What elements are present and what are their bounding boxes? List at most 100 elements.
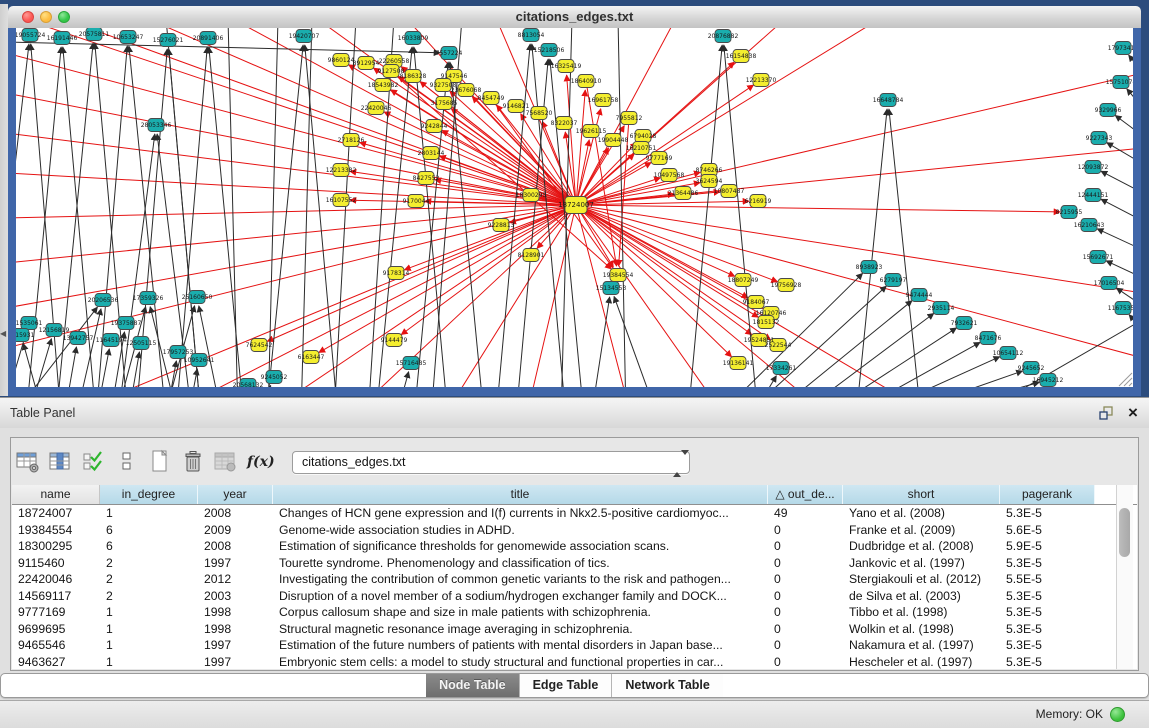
svg-text:28053346: 28053346 [141, 122, 172, 129]
svg-text:9147546: 9147546 [441, 73, 468, 80]
column-header-year[interactable]: year [198, 485, 273, 504]
svg-text:23676068: 23676068 [451, 87, 482, 94]
table-cell: Dudbridge et al. (2008) [843, 538, 1000, 555]
svg-text:9777169: 9777169 [646, 155, 673, 162]
column-checklist-icon[interactable] [82, 449, 106, 475]
svg-text:17359326: 17359326 [133, 295, 164, 302]
svg-text:6163447: 6163447 [298, 354, 325, 361]
table-row[interactable]: 946554611997Estimation of the future num… [12, 637, 1137, 654]
function-builder-icon[interactable]: f(x) [247, 449, 271, 475]
svg-text:8813054: 8813054 [518, 32, 545, 39]
collapse-panel-arrow-icon[interactable]: ◀ [0, 329, 6, 338]
table-tabs-bar: Node TableEdge TableNetwork Table [0, 673, 1149, 696]
table-cell: 5.3E-5 [1000, 637, 1095, 654]
table-cell: 19384554 [12, 522, 100, 539]
table-cell: Hescheler et al. (1997) [843, 654, 1000, 670]
table-row[interactable]: 977716911998Corpus callosum shape and si… [12, 604, 1137, 621]
column-header-in_degree[interactable]: in_degree [100, 485, 198, 504]
svg-text:9474444: 9474444 [906, 292, 933, 299]
table-cell: Tibbo et al. (1998) [843, 604, 1000, 621]
table-row[interactable]: 911546021997Tourette syndrome. Phenomeno… [12, 555, 1137, 572]
table-cell: Yano et al. (2008) [843, 505, 1000, 522]
table-cell: 22420046 [12, 571, 100, 588]
table-scrollbar[interactable] [1116, 485, 1133, 669]
column-header-out_degree[interactable]: △ out_de... [768, 485, 843, 504]
table-cell: 0 [768, 555, 843, 572]
svg-text:15218506: 15218506 [534, 47, 565, 54]
delete-column-icon[interactable] [181, 449, 205, 475]
table-row[interactable]: 1830029562008Estimation of significance … [12, 538, 1137, 555]
table-selector-dropdown[interactable]: citations_edges.txt [292, 451, 690, 474]
svg-text:9245052: 9245052 [261, 374, 288, 381]
svg-text:6216919: 6216919 [745, 198, 772, 205]
table-row[interactable]: 1938455462009Genome-wide association stu… [12, 522, 1137, 539]
table-cell: 9777169 [12, 604, 100, 621]
table-row[interactable]: 2242004622012Investigating the contribut… [12, 571, 1137, 588]
table-row[interactable]: 946362711997Embryonic stem cells: a mode… [12, 654, 1137, 670]
table-row[interactable]: 1872400712008Changes of HCN gene express… [12, 505, 1137, 522]
table-cell: 5.3E-5 [1000, 505, 1095, 522]
table-cell: 5.3E-5 [1000, 588, 1095, 605]
svg-text:16210751: 16210751 [626, 145, 657, 152]
table-cell: 2003 [198, 588, 273, 605]
svg-text:19375887: 19375887 [111, 320, 142, 327]
svg-text:10653247: 10653247 [113, 34, 144, 41]
close-panel-icon[interactable]: × [1124, 401, 1142, 425]
float-window-icon[interactable] [1098, 405, 1114, 421]
svg-text:16210643: 16210643 [1074, 222, 1105, 229]
table-cell: Structural magnetic resonance image aver… [273, 621, 768, 638]
memory-status-indicator[interactable] [1110, 707, 1125, 722]
table-row[interactable]: 969969511998Structural magnetic resonanc… [12, 621, 1137, 638]
table-cell: 1 [100, 654, 198, 670]
svg-text:15751074: 15751074 [1106, 79, 1133, 86]
svg-text:12213370: 12213370 [746, 77, 777, 84]
column-header-short[interactable]: short [843, 485, 1000, 504]
table-cell: Estimation of significance thresholds fo… [273, 538, 768, 555]
table-cell: 5.9E-5 [1000, 538, 1095, 555]
svg-text:12444151: 12444151 [1078, 192, 1109, 199]
table-row[interactable]: 1456911722003Disruption of a novel membe… [12, 588, 1137, 605]
table-panel-header: Table Panel × [0, 397, 1149, 429]
table-cell: 1 [100, 621, 198, 638]
table-cell: 5.5E-5 [1000, 571, 1095, 588]
table-scrollbar-thumb[interactable] [1119, 508, 1130, 557]
tab-network-table[interactable]: Network Table [611, 674, 723, 697]
table-cell: Nakamura et al. (1997) [843, 637, 1000, 654]
tab-node-table[interactable]: Node Table [426, 674, 518, 697]
column-header-pagerank[interactable]: pagerank [1000, 485, 1095, 504]
column-header-name[interactable]: name [12, 485, 100, 504]
svg-text:8746266: 8746266 [696, 167, 723, 174]
svg-text:8912954: 8912954 [353, 60, 380, 67]
table-cell: Disruption of a novel member of a sodium… [273, 588, 768, 605]
table-cell: de Silva et al. (2003) [843, 588, 1000, 605]
select-column-icon[interactable] [49, 449, 73, 475]
svg-text:6794028: 6794028 [630, 133, 657, 140]
table-cell: 18724007 [12, 505, 100, 522]
table-cell: 9463627 [12, 654, 100, 670]
svg-text:7568520: 7568520 [526, 110, 553, 117]
svg-text:9245652: 9245652 [1018, 365, 1045, 372]
network-canvas[interactable]: 1905572416191446205758111065324715276021… [16, 28, 1133, 387]
table-mode-icon[interactable] [16, 449, 40, 475]
table-cell: 2 [100, 588, 198, 605]
column-header-title[interactable]: title [273, 485, 768, 504]
new-column-icon[interactable] [148, 449, 172, 475]
table-cell: 1997 [198, 637, 273, 654]
table-cell: 1997 [198, 555, 273, 572]
svg-text:8215955: 8215955 [1056, 209, 1083, 216]
svg-text:20575811: 20575811 [79, 31, 110, 38]
table-cell: 1997 [198, 654, 273, 670]
table-cell: 5.3E-5 [1000, 555, 1095, 572]
svg-text:2718126: 2718126 [338, 137, 365, 144]
table-cell: Wolkin et al. (1998) [843, 621, 1000, 638]
svg-text:9170044: 9170044 [403, 198, 430, 205]
svg-text:2935114: 2935114 [928, 305, 955, 312]
table-cell: 1 [100, 505, 198, 522]
svg-text:20876882: 20876882 [708, 33, 739, 40]
svg-text:11675351: 11675351 [1108, 305, 1133, 312]
row-height-icon[interactable] [115, 449, 139, 475]
table-body: 1872400712008Changes of HCN gene express… [12, 505, 1137, 669]
tab-edge-table[interactable]: Edge Table [519, 674, 612, 697]
table-cell: 1 [100, 637, 198, 654]
window-titlebar[interactable]: citations_edges.txt [8, 6, 1141, 29]
